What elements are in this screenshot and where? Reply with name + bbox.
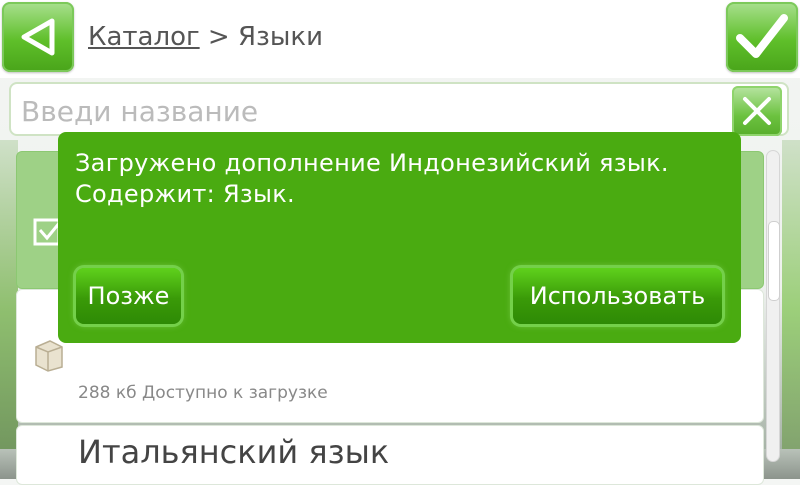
breadcrumb-separator: > <box>207 22 230 52</box>
list-item-meta: 288 кб Доступно к загрузке <box>78 383 328 403</box>
breadcrumb-current: Языки <box>237 22 324 52</box>
header-bar: Каталог > Языки <box>0 0 800 78</box>
list-item-title: Итальянский язык <box>78 433 390 471</box>
use-button[interactable]: Использовать <box>513 268 722 324</box>
later-button[interactable]: Позже <box>76 268 181 324</box>
search-input[interactable] <box>19 90 723 132</box>
addon-loaded-dialog: Загружено дополнение Индонезийский язык.… <box>58 132 741 343</box>
search-box <box>9 82 789 136</box>
breadcrumb: Каталог > Языки <box>88 22 323 52</box>
dialog-message: Загружено дополнение Индонезийский язык.… <box>75 148 735 210</box>
dialog-line-1: Загружено дополнение Индонезийский язык. <box>75 149 669 177</box>
clear-search-button[interactable] <box>732 86 782 136</box>
back-button[interactable] <box>2 2 74 72</box>
background-right-edge <box>782 140 800 479</box>
scrollbar[interactable] <box>766 150 780 462</box>
scrollbar-thumb[interactable] <box>768 221 780 301</box>
breadcrumb-catalog-link[interactable]: Каталог <box>88 22 200 52</box>
confirm-button[interactable] <box>726 2 798 72</box>
dialog-line-2: Содержит: Язык. <box>75 180 295 208</box>
package-icon <box>35 340 63 372</box>
checkmark-icon <box>736 14 788 58</box>
close-icon <box>743 97 771 125</box>
back-arrow-icon <box>21 18 55 56</box>
